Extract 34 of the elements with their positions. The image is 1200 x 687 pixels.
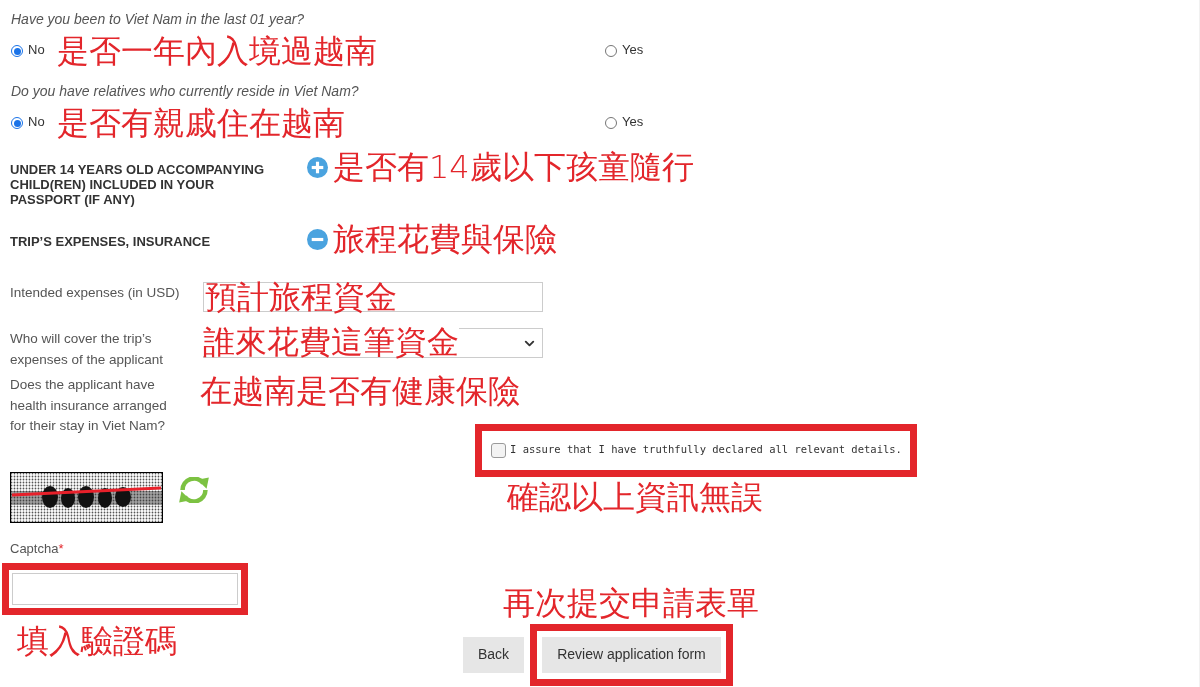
annotation-text: 旅程花費與保險 <box>333 222 557 256</box>
radio-label: No <box>28 41 45 58</box>
annotation-text: 再次提交申請表單 <box>503 585 760 620</box>
section-title: UNDER 14 YEARS OLD ACCOMPANYING CHILD(REN) INCLUDED IN YOUR PASSPORT (IF ANY) <box>10 162 265 207</box>
radio-button[interactable] <box>605 117 617 129</box>
checkbox-label: I assure that I have truthfully declared all relevant details. <box>510 442 902 458</box>
captcha-input[interactable] <box>12 572 238 605</box>
dropdown-select[interactable]: 誰來花費這筆資金 <box>203 328 543 358</box>
section-title: TRIP’S EXPENSES, INSURANCE <box>10 234 212 249</box>
annotation-text: 是否有親戚住在越南 <box>56 106 345 140</box>
annotation-text: 填入驗證碼 <box>17 623 177 658</box>
annotation-text: 是否有14歲以下孩童隨行 <box>333 150 694 184</box>
field-label: Does the applicant have health insurance arranged for their stay in Viet Nam? <box>10 376 168 435</box>
field-label: Intended expenses (in USD) <box>10 284 181 302</box>
radio-button[interactable] <box>11 117 23 129</box>
question-text: Do you have relatives who currently reside in Viet Nam? <box>11 83 359 99</box>
radio-label: Yes <box>622 41 644 58</box>
field-label: Who will cover the trip’s expenses of the applicant <box>10 330 165 369</box>
plus-icon[interactable] <box>307 156 328 178</box>
field-label: Captcha* <box>10 541 64 556</box>
minus-icon[interactable] <box>307 228 328 250</box>
radio-label: No <box>28 113 45 130</box>
radio-button[interactable] <box>11 45 23 57</box>
annotation-text: 在越南是否有健康保險 <box>200 372 520 410</box>
radio-label: Yes <box>622 113 644 130</box>
annotation-text: 確認以上資訊無誤 <box>507 479 763 514</box>
text-input[interactable]: 預計旅程資金 <box>203 282 543 312</box>
action-button[interactable]: Review application form <box>542 636 721 673</box>
checkbox[interactable] <box>491 442 506 458</box>
annotation-text: 是否一年內入境過越南 <box>56 34 377 68</box>
question-text: Have you been to Viet Nam in the last 01 year? <box>11 11 305 27</box>
radio-button[interactable] <box>605 45 617 57</box>
action-button[interactable]: Back <box>463 636 525 673</box>
refresh-icon[interactable] <box>178 476 210 503</box>
